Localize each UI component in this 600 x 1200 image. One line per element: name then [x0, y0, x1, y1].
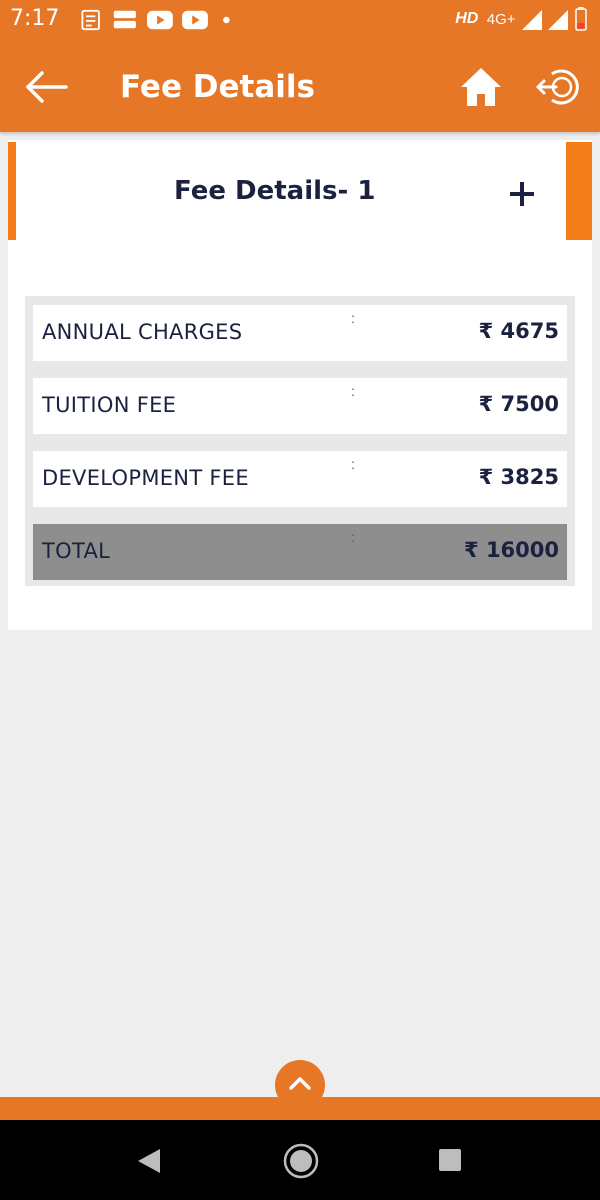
battery-low-icon — [575, 7, 587, 31]
dainik-bhaskar-icon — [113, 10, 136, 29]
fee-amount: ₹ 7500 — [478, 392, 559, 416]
signal-icon — [548, 10, 568, 30]
youtube-icon — [147, 10, 173, 30]
logout-icon[interactable] — [534, 62, 584, 112]
page-title: Fee Details — [120, 69, 315, 105]
plus-icon[interactable] — [506, 178, 538, 210]
fee-separator: : — [351, 456, 355, 472]
card-accent-right — [566, 142, 592, 240]
signal-battery-icons — [522, 7, 587, 31]
dot-icon — [223, 16, 230, 24]
nav-home-icon[interactable] — [282, 1142, 320, 1180]
fee-row: TUITION FEE : ₹ 7500 — [33, 378, 567, 434]
news-icon — [81, 9, 100, 31]
app-bar: Fee Details — [0, 40, 600, 132]
system-nav-bar — [0, 1120, 600, 1200]
youtube-icon — [182, 10, 208, 30]
fee-separator: : — [351, 310, 355, 326]
home-icon[interactable] — [458, 64, 504, 110]
network-label: HD — [455, 10, 479, 27]
chevron-up-icon — [289, 1077, 311, 1090]
total-amount: ₹ 16000 — [464, 538, 559, 562]
card-title: Fee Details- 1 — [174, 176, 376, 206]
status-right: HD 4G+ — [455, 6, 590, 34]
fee-label: ANNUAL CHARGES — [42, 320, 243, 344]
fee-label: TUITION FEE — [42, 393, 177, 417]
scroll-up-button[interactable] — [275, 1060, 325, 1110]
back-arrow-icon[interactable] — [22, 62, 72, 112]
notification-icons — [81, 9, 230, 31]
fee-row: ANNUAL CHARGES : ₹ 4675 — [33, 305, 567, 361]
card-accent-left — [8, 142, 16, 240]
fee-amount: ₹ 4675 — [478, 319, 559, 343]
fee-amount: ₹ 3825 — [478, 465, 559, 489]
fee-label: DEVELOPMENT FEE — [42, 466, 249, 490]
signal-icon — [522, 10, 542, 30]
fee-row: DEVELOPMENT FEE : ₹ 3825 — [33, 451, 567, 507]
status-time: 7:17 — [10, 6, 60, 31]
fee-card: Fee Details- 1 ANNUAL CHARGES : ₹ 4675 T… — [8, 140, 592, 630]
status-bar: 7:17 HD 4G+ — [0, 0, 600, 40]
total-label: TOTAL — [42, 539, 111, 563]
total-row: TOTAL : ₹ 16000 — [33, 524, 567, 580]
nav-back-icon[interactable] — [134, 1146, 164, 1176]
fee-separator: : — [351, 383, 355, 399]
total-separator: : — [351, 529, 355, 545]
network-type-label: 4G+ — [486, 10, 516, 28]
fee-table: ANNUAL CHARGES : ₹ 4675 TUITION FEE : ₹ … — [25, 296, 575, 586]
nav-recents-icon[interactable] — [438, 1148, 462, 1172]
